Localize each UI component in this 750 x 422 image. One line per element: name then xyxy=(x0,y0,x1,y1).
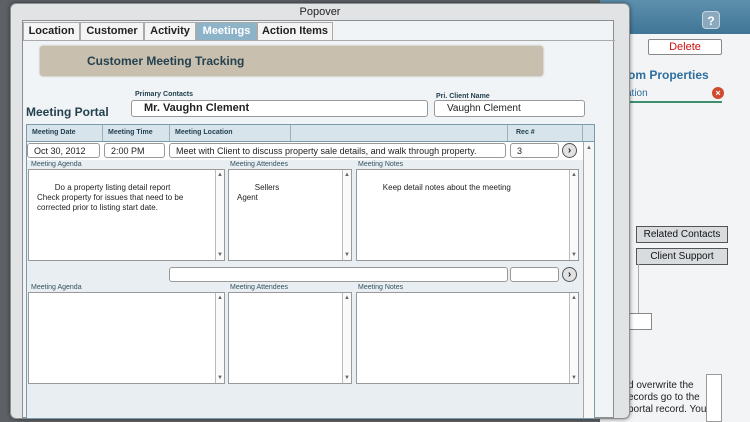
close-icon[interactable]: × xyxy=(712,87,724,99)
scroll-down-icon[interactable]: ▼ xyxy=(344,374,350,382)
tab-meetings[interactable]: Meetings xyxy=(196,22,257,40)
column-meeting-date: Meeting Date xyxy=(27,125,103,141)
agenda-label: Meeting Agenda xyxy=(31,284,82,291)
title-banner: Customer Meeting Tracking xyxy=(40,46,543,76)
attendees-scrollbar[interactable]: ▲ ▼ xyxy=(342,293,351,383)
portal-header: Meeting Date Meeting Time Meeting Locati… xyxy=(27,125,594,142)
scroll-up-icon[interactable]: ▲ xyxy=(586,145,592,151)
agenda-textarea[interactable]: Do a property listing detail report Chec… xyxy=(28,169,225,261)
background-side-text: d overwrite the ecords go to the portal … xyxy=(628,380,707,415)
tab-activity[interactable]: Activity xyxy=(144,22,196,40)
attendees-textarea[interactable]: ▲ ▼ xyxy=(228,292,352,384)
notes-scrollbar[interactable]: ▲ ▼ xyxy=(569,170,578,260)
tab-divider xyxy=(23,40,615,41)
open-record-icon[interactable]: › xyxy=(562,267,577,282)
tab-action-items[interactable]: Action Items xyxy=(257,22,333,40)
portal-scrollbar[interactable]: ▲ xyxy=(583,142,594,418)
meeting-location-field[interactable] xyxy=(169,267,508,282)
tab-location[interactable]: Location xyxy=(23,22,80,40)
attendees-label: Meeting Attendees xyxy=(230,161,288,168)
notes-scrollbar[interactable]: ▲ ▼ xyxy=(569,293,578,383)
tab-customer[interactable]: Customer xyxy=(80,22,144,40)
notes-label: Meeting Notes xyxy=(358,161,404,168)
delete-button[interactable]: Delete xyxy=(648,39,722,55)
background-text-scroll[interactable] xyxy=(706,374,722,422)
column-rec-number: Rec # xyxy=(508,125,583,141)
agenda-scrollbar[interactable]: ▲ ▼ xyxy=(215,170,224,260)
scroll-down-icon[interactable]: ▼ xyxy=(344,251,350,259)
scroll-up-icon[interactable]: ▲ xyxy=(344,294,350,302)
scroll-down-icon[interactable]: ▼ xyxy=(217,374,223,382)
banner-title: Customer Meeting Tracking xyxy=(87,54,245,68)
scroll-up-icon[interactable]: ▲ xyxy=(217,171,223,179)
scroll-up-icon[interactable]: ▲ xyxy=(344,171,350,179)
agenda-scrollbar[interactable]: ▲ ▼ xyxy=(215,293,224,383)
scroll-down-icon[interactable]: ▼ xyxy=(217,251,223,259)
client-name-label: Pri. Client Name xyxy=(436,93,490,100)
column-meeting-time: Meeting Time xyxy=(103,125,170,141)
help-icon[interactable]: ? xyxy=(702,11,720,29)
column-spacer xyxy=(291,125,508,141)
agenda-textarea[interactable]: ▲ ▼ xyxy=(28,292,225,384)
popover-window: Popover Location Customer Activity Meeti… xyxy=(10,3,630,419)
meeting-location-field[interactable]: Meet with Client to discuss property sal… xyxy=(169,143,506,158)
attendees-textarea[interactable]: Sellers Agent ▲ ▼ xyxy=(228,169,352,261)
scroll-up-icon[interactable]: ▲ xyxy=(571,294,577,302)
scroll-up-icon[interactable]: ▲ xyxy=(217,294,223,302)
primary-contacts-label: Primary Contacts xyxy=(135,91,193,98)
popover-title: Popover xyxy=(299,6,341,18)
scroll-up-icon[interactable]: ▲ xyxy=(571,171,577,179)
client-name-field[interactable]: Vaughn Clement xyxy=(434,100,585,117)
notes-text: Keep detail notes about the meeting xyxy=(382,183,511,192)
scroll-down-icon[interactable]: ▼ xyxy=(571,374,577,382)
attendees-label: Meeting Attendees xyxy=(230,284,288,291)
rec-number-field[interactable] xyxy=(510,267,559,282)
popover-content: Location Customer Activity Meetings Acti… xyxy=(22,20,615,419)
rec-number-field[interactable]: 3 xyxy=(510,143,559,158)
notes-textarea[interactable]: ▲ ▼ xyxy=(356,292,579,384)
notes-label: Meeting Notes xyxy=(358,284,404,291)
attendees-text: Sellers Agent xyxy=(237,183,280,202)
meeting-date-field[interactable]: Oct 30, 2012 xyxy=(27,143,100,158)
client-support-button[interactable]: Client Support xyxy=(636,248,728,265)
background-heading: tom Properties xyxy=(624,68,709,82)
background-field[interactable] xyxy=(628,313,652,330)
meeting-portal: Meeting Date Meeting Time Meeting Locati… xyxy=(26,124,595,419)
background-tab-underline xyxy=(626,101,722,103)
related-contacts-button[interactable]: Related Contacts xyxy=(636,226,728,243)
agenda-text: Do a property listing detail report Chec… xyxy=(37,183,184,212)
portal-row: Oct 30, 2012 2:00 PM Meet with Client to… xyxy=(27,142,594,160)
column-meeting-location: Meeting Location xyxy=(170,125,291,141)
portal-title: Meeting Portal xyxy=(26,105,109,119)
meeting-time-field[interactable]: 2:00 PM xyxy=(104,143,165,158)
agenda-label: Meeting Agenda xyxy=(31,161,82,168)
scroll-down-icon[interactable]: ▼ xyxy=(571,251,577,259)
attendees-scrollbar[interactable]: ▲ ▼ xyxy=(342,170,351,260)
open-record-icon[interactable]: › xyxy=(562,143,577,158)
primary-contacts-field[interactable]: Mr. Vaughn Clement xyxy=(131,100,428,117)
tab-bar: Location Customer Activity Meetings Acti… xyxy=(23,22,333,40)
notes-textarea[interactable]: Keep detail notes about the meeting ▲ ▼ xyxy=(356,169,579,261)
